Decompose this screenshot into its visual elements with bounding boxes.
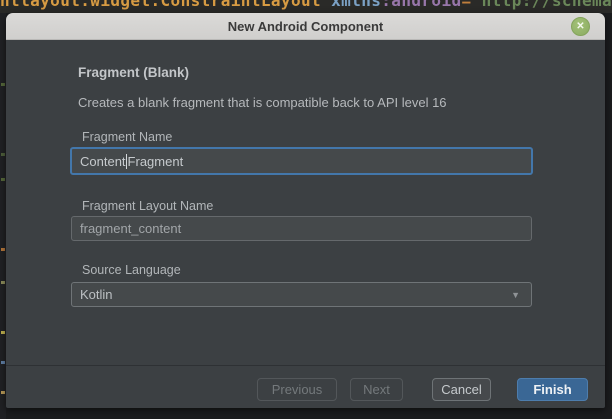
new-android-component-dialog: New Android Component ✕ Fragment (Blank)… [6,13,605,408]
fragment-layout-name-label: Fragment Layout Name [82,199,213,213]
source-language-label: Source Language [82,263,181,277]
source-language-select[interactable]: Kotlin ▼ [71,282,532,307]
finish-button[interactable]: Finish [517,378,588,401]
close-icon: ✕ [576,22,584,32]
code-segment-attr: :android [381,0,461,10]
close-button[interactable]: ✕ [571,17,590,36]
fragment-name-input[interactable]: ContentFragment [70,147,533,175]
component-heading: Fragment (Blank) [78,65,189,80]
fragment-name-value-before-caret: Content [80,154,126,169]
fragment-layout-name-input[interactable]: fragment_content [71,216,532,241]
button-bar: Previous Next Cancel Finish [6,377,605,401]
next-button[interactable]: Next [350,378,403,401]
source-language-value: Kotlin [80,287,113,302]
code-segment-value: "http://schema [472,0,612,10]
code-segment-equals: = [462,0,472,10]
fragment-name-label: Fragment Name [82,130,172,144]
fragment-layout-name-value: fragment_content [80,221,181,236]
previous-button[interactable]: Previous [257,378,337,401]
code-segment-xmlns: xmlns [331,0,381,10]
editor-code-line: ntlayout.widget.ConstraintLayout xmlns:a… [0,0,612,13]
dialog-titlebar[interactable]: New Android Component ✕ [6,13,605,40]
xml-code-text: ntlayout.widget.ConstraintLayout xmlns:a… [0,0,612,10]
fragment-name-value-after-caret: Fragment [128,154,184,169]
code-segment-tag: ntlayout.widget.ConstraintLayout [0,0,331,10]
dialog-title: New Android Component [228,19,384,34]
chevron-down-icon: ▼ [511,290,520,300]
component-description: Creates a blank fragment that is compati… [78,95,447,110]
cancel-button[interactable]: Cancel [432,378,491,401]
footer-separator [6,365,605,366]
